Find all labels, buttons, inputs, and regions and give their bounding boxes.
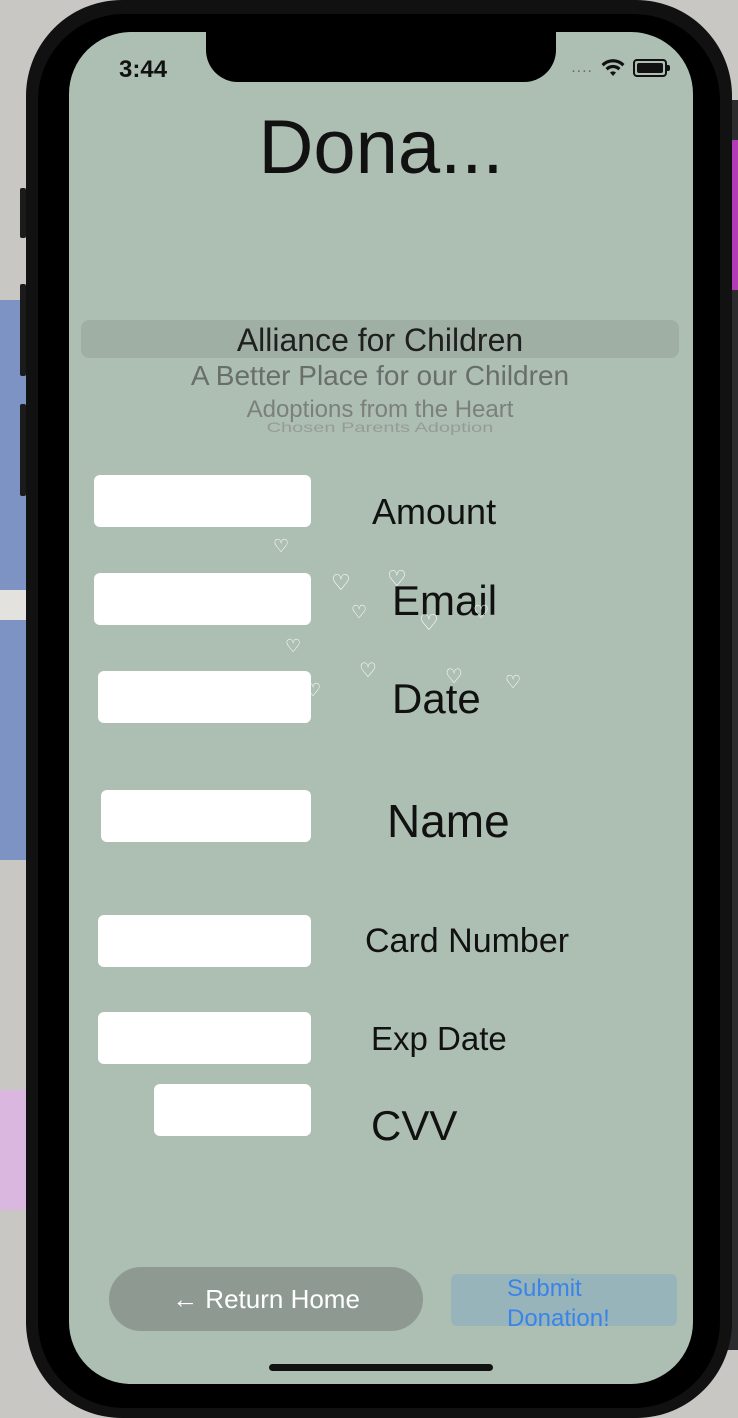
heart-icon: ♡	[331, 570, 351, 595]
heart-icon: ♡	[419, 610, 439, 635]
amount-field[interactable]	[94, 475, 311, 527]
heart-icon: ♡	[273, 536, 290, 556]
heart-icon: ♡	[351, 602, 368, 622]
desktop-background	[732, 140, 738, 290]
card-number-field[interactable]	[98, 915, 311, 967]
amount-label: Amount	[372, 491, 497, 532]
picker-option[interactable]: A Better Place for our Children	[81, 360, 679, 392]
notch	[206, 32, 556, 82]
heart-icon: ♡	[473, 602, 490, 622]
name-field[interactable]	[101, 790, 311, 842]
heart-icon: ♡	[359, 660, 377, 682]
heart-icon: ♡	[445, 666, 463, 688]
volume-up-button	[20, 284, 26, 376]
signal-icon: ....	[571, 59, 593, 76]
card-number-label: Card Number	[365, 922, 570, 960]
battery-icon	[633, 59, 670, 77]
volume-down-button	[20, 404, 26, 496]
cvv-label: CVV	[371, 1102, 458, 1149]
exp-date-field[interactable]	[98, 1012, 311, 1064]
heart-icon: ♡	[387, 566, 407, 591]
picker-option[interactable]: Chosen Parents Adoption	[81, 420, 679, 436]
submit-donation-button[interactable]: Submit Donation!	[451, 1274, 677, 1332]
charity-picker[interactable]: Alliance for Children A Better Place for…	[81, 320, 679, 440]
picker-option[interactable]: Alliance for Children	[81, 322, 679, 359]
name-label: Name	[387, 795, 510, 847]
heart-icon: ♡	[305, 680, 322, 700]
heart-icon: ♡	[285, 636, 302, 656]
heart-icon: ♡	[505, 672, 522, 692]
hearts-animation: ♡ ♡ ♡ ♡ ♡ ♡ ♡ ♡ ♡ ♡ ♡	[269, 532, 529, 712]
page-title: Dona...	[258, 105, 504, 190]
status-time: 3:44	[119, 56, 168, 83]
app-screen: 3:44 .... Dona... Alliance for Children …	[69, 32, 693, 1384]
cvv-field[interactable]	[154, 1084, 311, 1136]
return-home-button[interactable]: ← Return Home	[109, 1267, 423, 1331]
wifi-icon	[601, 59, 625, 76]
exp-date-label: Exp Date	[371, 1020, 507, 1057]
home-indicator[interactable]	[269, 1364, 493, 1371]
status-icons: ....	[571, 58, 670, 78]
mute-switch	[20, 188, 26, 238]
